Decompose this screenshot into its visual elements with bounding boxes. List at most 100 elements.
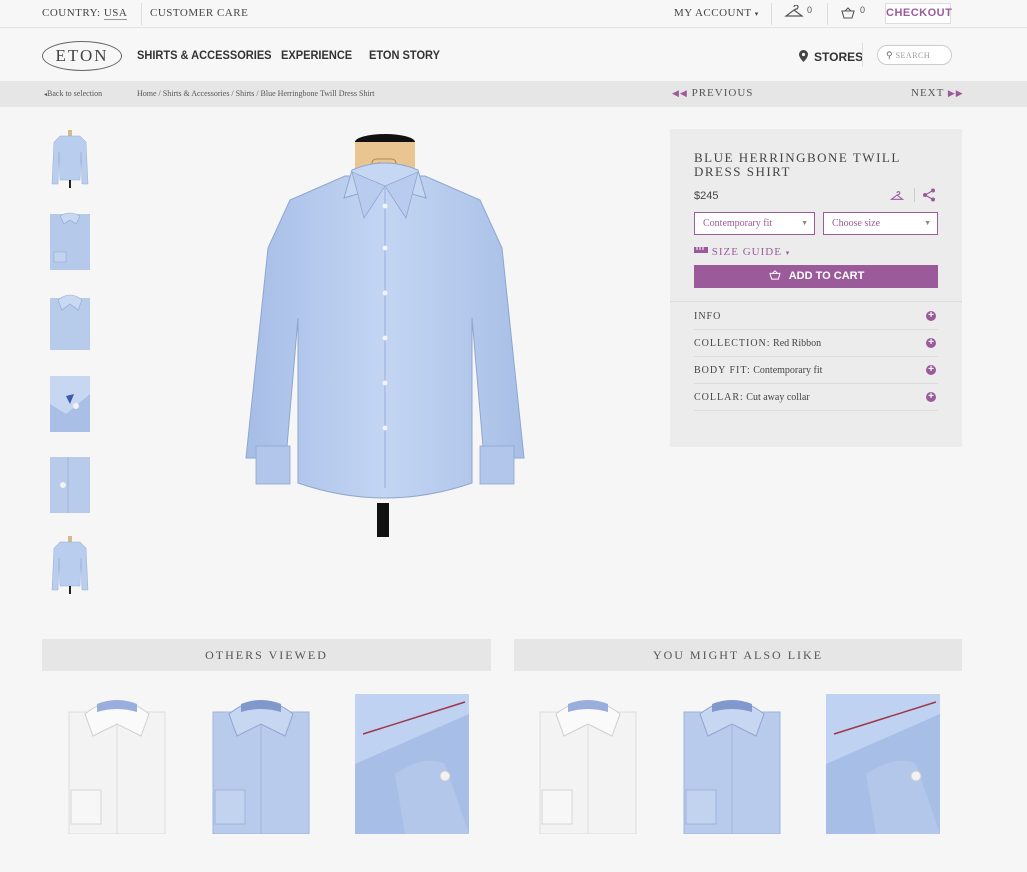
- wishlist-count: 0: [807, 5, 813, 15]
- main-product-image[interactable]: ETON: [240, 128, 530, 542]
- previous-link[interactable]: ◀◀ PREVIOUS: [672, 87, 753, 99]
- double-right-icon: ▶▶: [947, 88, 964, 98]
- shirt-thumbnail-image: [50, 212, 90, 270]
- thumbnail-collar[interactable]: [46, 292, 94, 350]
- detail-value: Cut away collar: [746, 392, 810, 403]
- product-tile[interactable]: [355, 694, 469, 834]
- double-left-icon: ◀◀: [672, 88, 688, 98]
- wishlist-add-button[interactable]: [889, 189, 905, 207]
- plus-circle-icon: +: [926, 338, 936, 348]
- nav-shirts-accessories[interactable]: SHIRTS & ACCESSORIES: [137, 48, 272, 62]
- detail-label: INFO: [694, 311, 722, 322]
- stores-label: STORES: [814, 50, 864, 64]
- country-label: COUNTRY:: [42, 7, 101, 19]
- eton-logo[interactable]: ETON: [42, 41, 122, 71]
- add-to-cart-button[interactable]: ADD TO CART: [694, 265, 938, 288]
- fit-select-value: Contemporary fit: [703, 218, 773, 229]
- map-pin-icon: [799, 50, 808, 62]
- blue-shirt-image: [212, 700, 310, 835]
- product-price: $245: [694, 190, 719, 202]
- divider: [827, 3, 828, 25]
- thumbnail-fabric[interactable]: [46, 455, 94, 513]
- chevron-down-icon: ▾: [785, 249, 791, 257]
- shirt-thumbnail-image: [50, 294, 90, 350]
- thumbnail-cuff-detail[interactable]: [46, 374, 94, 432]
- customer-care-link[interactable]: CUSTOMER CARE: [150, 7, 248, 19]
- share-icon: [923, 188, 935, 202]
- previous-label: PREVIOUS: [691, 87, 754, 99]
- divider: [862, 43, 863, 67]
- body-fit-accordion[interactable]: BODY FIT: Contemporary fit +: [694, 357, 938, 384]
- collar-accordion[interactable]: COLLAR: Cut away collar +: [694, 384, 938, 411]
- shirt-detail-image: [355, 694, 469, 834]
- white-shirt-image: [539, 700, 637, 835]
- product-tile[interactable]: [532, 694, 644, 835]
- divider: [771, 3, 772, 25]
- share-button[interactable]: [922, 188, 936, 207]
- others-viewed-heading: OTHERS VIEWED: [42, 639, 491, 671]
- country-value: USA: [103, 7, 128, 20]
- shirt-thumbnail-image: [51, 536, 89, 594]
- shirt-on-mannequin-image: ETON: [245, 134, 525, 537]
- cart-button[interactable]: 0: [841, 5, 865, 24]
- basket-icon: [768, 270, 785, 282]
- white-shirt-image: [68, 700, 166, 835]
- size-select-value: Choose size: [832, 218, 881, 229]
- product-panel: BLUE HERRINGBONE TWILL DRESS SHIRT $245 …: [670, 129, 962, 447]
- fit-select[interactable]: Contemporary fit ▼: [694, 212, 815, 235]
- shirt-detail-image: [826, 694, 940, 834]
- stores-link[interactable]: STORES: [799, 48, 863, 66]
- hanger-icon: [784, 4, 804, 17]
- plus-circle-icon: +: [926, 392, 936, 402]
- chevron-down-icon: ▼: [801, 219, 808, 227]
- main-navigation: ETON SHIRTS & ACCESSORIES EXPERIENCE ETO…: [0, 29, 1027, 81]
- next-link[interactable]: NEXT ▶▶: [911, 87, 964, 99]
- cart-count: 0: [860, 5, 866, 15]
- breadcrumb-bar: ◂Back to selection Home / Shirts & Acces…: [0, 81, 1027, 107]
- wishlist-button[interactable]: 0: [784, 4, 812, 24]
- blue-shirt-image: [683, 700, 781, 835]
- breadcrumb[interactable]: Home / Shirts & Accessories / Shirts / B…: [137, 89, 375, 98]
- detail-label: COLLAR:: [694, 392, 744, 403]
- detail-value: Red Ribbon: [773, 338, 822, 349]
- search-icon: ⚲: [886, 50, 894, 60]
- divider: [670, 301, 962, 302]
- my-account-label: MY ACCOUNT: [674, 7, 752, 19]
- nav-eton-story[interactable]: ETON STORY: [369, 48, 440, 62]
- my-account-menu[interactable]: MY ACCOUNT ▾: [674, 7, 759, 19]
- utility-bar: COUNTRY: USA CUSTOMER CARE MY ACCOUNT ▾ …: [0, 0, 1027, 28]
- size-guide-label: SIZE GUIDE: [711, 246, 782, 258]
- info-accordion[interactable]: INFO +: [694, 303, 938, 330]
- product-tile[interactable]: [826, 694, 940, 834]
- divider: [141, 3, 142, 25]
- hanger-icon: [889, 191, 905, 200]
- you-might-also-like-heading: YOU MIGHT ALSO LIKE: [514, 639, 962, 671]
- collection-accordion[interactable]: COLLECTION: Red Ribbon +: [694, 330, 938, 357]
- product-tile[interactable]: [205, 694, 317, 835]
- search-input[interactable]: ⚲ SEARCH: [877, 45, 952, 65]
- plus-circle-icon: +: [926, 365, 936, 375]
- shirt-thumbnail-image: [50, 457, 90, 513]
- product-tile[interactable]: [676, 694, 788, 835]
- divider: [914, 188, 915, 202]
- nav-experience[interactable]: EXPERIENCE: [281, 48, 352, 62]
- detail-value: Contemporary fit: [753, 365, 823, 376]
- thumbnail-full[interactable]: [46, 536, 94, 594]
- basket-icon: [841, 7, 855, 19]
- plus-circle-icon: +: [926, 311, 936, 321]
- back-to-selection-link[interactable]: ◂Back to selection: [44, 89, 102, 98]
- size-select[interactable]: Choose size ▼: [823, 212, 938, 235]
- next-label: NEXT: [911, 87, 945, 99]
- thumbnail-front[interactable]: [46, 130, 94, 188]
- back-label: Back to selection: [47, 89, 103, 98]
- product-title: BLUE HERRINGBONE TWILL DRESS SHIRT: [694, 150, 901, 179]
- add-to-cart-label: ADD TO CART: [788, 270, 865, 282]
- thumbnail-folded[interactable]: [46, 212, 94, 270]
- country-selector[interactable]: COUNTRY: USA: [42, 7, 128, 20]
- ruler-icon: [694, 247, 708, 253]
- product-tile[interactable]: [61, 694, 173, 835]
- size-guide-link[interactable]: SIZE GUIDE ▾: [694, 246, 790, 258]
- shirt-thumbnail-image: [50, 376, 90, 432]
- search-placeholder: SEARCH: [895, 51, 931, 60]
- checkout-button[interactable]: CHECKOUT: [885, 3, 952, 24]
